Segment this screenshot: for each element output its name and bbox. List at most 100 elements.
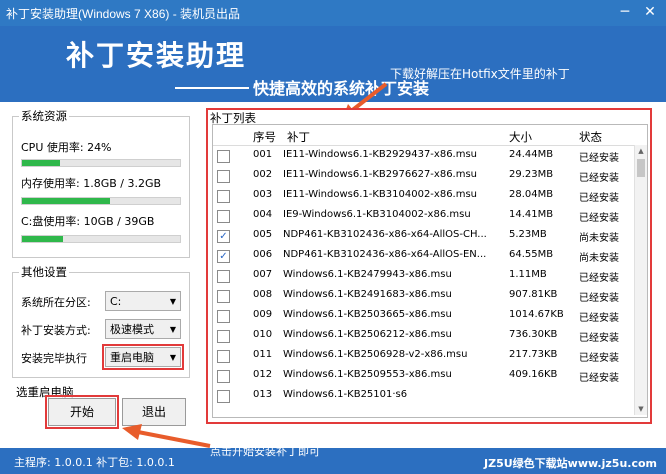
patch-checkbox[interactable]: [217, 390, 230, 403]
patch-row[interactable]: 011 Windows6.1-KB2506928-v2-x86.msu 217.73…: [213, 346, 635, 366]
patch-name: IE9-Windows6.1-KB3104002-x86.msu: [283, 209, 471, 220]
patch-row[interactable]: 012 Windows6.1-KB2509553-x86.msu 409.16KB 已…: [213, 366, 635, 386]
banner: 补丁安装助理 快捷高效的系统补丁安装 下载好解压在Hotfix文件里的补丁: [0, 26, 666, 120]
install-mode-value: 极速模式: [110, 323, 154, 336]
patch-size: 29.23MB: [509, 169, 554, 180]
patch-name: Windows6.1-KB25101·s6: [283, 389, 408, 400]
patch-checkbox[interactable]: [217, 150, 230, 163]
patch-row[interactable]: 013 Windows6.1-KB25101·s6: [213, 386, 635, 406]
patch-number: 011: [253, 349, 273, 360]
cpu-usage-label: CPU 使用率: 24%: [21, 141, 112, 154]
patch-row[interactable]: 001 IE11-Windows6.1-KB2929437-x86.msu 24.4…: [213, 146, 635, 166]
patch-number: 010: [253, 329, 273, 340]
patch-list-header: 序号 补丁 大小 状态: [213, 125, 635, 146]
patch-row[interactable]: 007 Windows6.1-KB2479943-x86.msu 1.11MB 已经安…: [213, 266, 635, 286]
disk-usage-bar: [21, 235, 181, 243]
scroll-down-icon[interactable]: ▼: [635, 403, 647, 415]
subtitle-line: [175, 87, 249, 89]
patch-number: 009: [253, 309, 273, 320]
patch-status: 已经安装: [579, 313, 619, 324]
patch-name: Windows6.1-KB2506928-v2-x86.msu: [283, 349, 468, 360]
patch-row[interactable]: 009 Windows6.1-KB2503665-x86.msu 1014.67KB…: [213, 306, 635, 326]
patch-checkbox[interactable]: [217, 370, 230, 383]
install-mode-select[interactable]: 极速模式 ▼: [105, 319, 181, 339]
patch-row[interactable]: ✓ 006 NDP461-KB3102436-x86-x64-AllOS-EN...…: [213, 246, 635, 266]
patch-name: IE11-Windows6.1-KB2976627-x86.msu: [283, 169, 478, 180]
minimize-button[interactable]: ─: [613, 2, 637, 22]
memory-usage-label: 内存使用率: 1.8GB / 3.2GB: [21, 177, 162, 190]
patch-checkbox[interactable]: [217, 290, 230, 303]
patch-name: IE11-Windows6.1-KB2929437-x86.msu: [283, 149, 478, 160]
cpu-usage-fill: [22, 160, 60, 166]
patch-size: 217.73KB: [509, 349, 558, 360]
partition-value: C:: [110, 295, 122, 308]
patch-size: 28.04MB: [509, 189, 554, 200]
scroll-thumb[interactable]: [637, 159, 645, 177]
patch-name: IE11-Windows6.1-KB3104002-x86.msu: [283, 189, 478, 200]
cpu-usage-bar: [21, 159, 181, 167]
patch-status: 已经安装: [579, 273, 619, 284]
patch-checkbox[interactable]: [217, 350, 230, 363]
patch-row[interactable]: ✓ 005 NDP461-KB3102436-x86-x64-AllOS-CH...…: [213, 226, 635, 246]
patch-list[interactable]: 序号 补丁 大小 状态 001 IE11-Windows6.1-KB2929437…: [212, 124, 648, 418]
patch-status: 已经安装: [579, 373, 619, 384]
patch-number: 012: [253, 369, 273, 380]
patch-name: NDP461-KB3102436-x86-x64-AllOS-CH...: [283, 229, 487, 240]
start-hint: 点击开始安装补丁即可: [210, 445, 320, 458]
header-number: 序号: [253, 130, 276, 144]
exit-button[interactable]: 退出: [122, 398, 186, 426]
patch-checkbox[interactable]: [217, 210, 230, 223]
patch-row[interactable]: 003 IE11-Windows6.1-KB3104002-x86.msu 28.0…: [213, 186, 635, 206]
patch-checkbox[interactable]: [217, 170, 230, 183]
partition-select[interactable]: C: ▼: [105, 291, 181, 311]
window-title: 补丁安装助理(Windows 7 X86) - 装机员出品: [6, 7, 241, 21]
patch-checkbox[interactable]: [217, 330, 230, 343]
patch-status: 尚未安装: [579, 233, 619, 244]
patch-checkbox[interactable]: [217, 190, 230, 203]
patch-number: 013: [253, 389, 273, 400]
memory-usage-bar: [21, 197, 181, 205]
scroll-up-icon[interactable]: ▲: [635, 145, 647, 157]
patch-checkbox[interactable]: [217, 310, 230, 323]
patch-checkbox[interactable]: ✓: [217, 250, 230, 263]
after-install-label: 安装完毕执行: [21, 352, 87, 365]
patch-status: 已经安装: [579, 173, 619, 184]
patch-number: 003: [253, 189, 273, 200]
banner-title: 补丁安装助理: [66, 39, 247, 72]
patch-size: 64.55MB: [509, 249, 554, 260]
list-scrollbar[interactable]: ▲ ▼: [634, 145, 647, 415]
patch-number: 004: [253, 209, 273, 220]
patch-row[interactable]: 010 Windows6.1-KB2506212-x86.msu 736.30KB 已…: [213, 326, 635, 346]
patch-checkbox[interactable]: ✓: [217, 230, 230, 243]
disk-usage-fill: [22, 236, 64, 242]
patch-status: 尚未安装: [579, 253, 619, 264]
patch-size: 5.23MB: [509, 229, 547, 240]
patch-row[interactable]: 002 IE11-Windows6.1-KB2976627-x86.msu 29.2…: [213, 166, 635, 186]
patch-size: 24.44MB: [509, 149, 554, 160]
patch-name: Windows6.1-KB2479943-x86.msu: [283, 269, 452, 280]
patch-size: 907.81KB: [509, 289, 558, 300]
patch-row[interactable]: 004 IE9-Windows6.1-KB3104002-x86.msu 14.41…: [213, 206, 635, 226]
close-button[interactable]: ✕: [638, 2, 662, 22]
hotfix-hint: 下载好解压在Hotfix文件里的补丁: [390, 67, 570, 81]
other-settings-title: 其他设置: [19, 264, 69, 280]
app-window: 补丁安装助理(Windows 7 X86) - 装机员出品 ─ ✕ 补丁安装助理…: [0, 0, 666, 474]
chevron-down-icon: ▼: [169, 325, 176, 334]
patch-status: 已经安装: [579, 293, 619, 304]
version-status: 主程序: 1.0.0.1 补丁包: 1.0.0.1: [14, 456, 175, 469]
patch-status: 已经安装: [579, 193, 619, 204]
patch-number: 006: [253, 249, 273, 260]
patch-status: 已经安装: [579, 153, 619, 164]
title-bar: 补丁安装助理(Windows 7 X86) - 装机员出品 ─ ✕: [0, 0, 666, 26]
start-button[interactable]: 开始: [45, 395, 119, 429]
patch-size: 1.11MB: [509, 269, 547, 280]
after-install-select[interactable]: 重启电脑 ▼: [102, 344, 184, 370]
patch-number: 008: [253, 289, 273, 300]
patch-number: 005: [253, 229, 273, 240]
patch-list-panel: 补丁列表 序号 补丁 大小 状态 001 IE11-Windows6.1-KB29…: [206, 108, 652, 424]
patch-size: 736.30KB: [509, 329, 558, 340]
patch-name: Windows6.1-KB2509553-x86.msu: [283, 369, 452, 380]
patch-row[interactable]: 008 Windows6.1-KB2491683-x86.msu 907.81KB 已…: [213, 286, 635, 306]
patch-checkbox[interactable]: [217, 270, 230, 283]
patch-number: 002: [253, 169, 273, 180]
